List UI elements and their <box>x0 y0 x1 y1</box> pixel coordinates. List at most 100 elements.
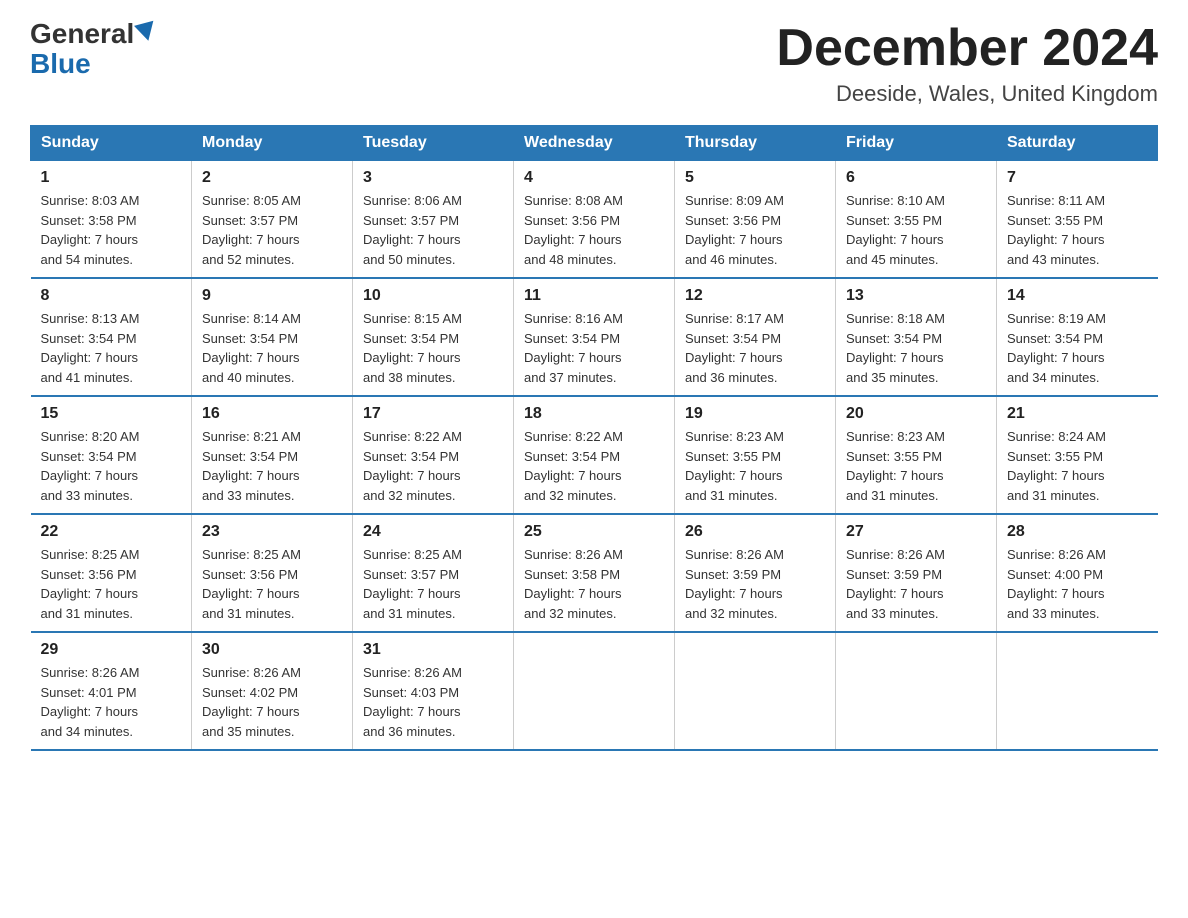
day-info: Sunrise: 8:20 AMSunset: 3:54 PMDaylight:… <box>41 429 140 503</box>
day-info: Sunrise: 8:05 AMSunset: 3:57 PMDaylight:… <box>202 193 301 267</box>
calendar-day-cell: 8 Sunrise: 8:13 AMSunset: 3:54 PMDayligh… <box>31 278 192 396</box>
day-info: Sunrise: 8:13 AMSunset: 3:54 PMDaylight:… <box>41 311 140 385</box>
calendar-day-cell <box>997 632 1158 750</box>
weekday-header-row: SundayMondayTuesdayWednesdayThursdayFrid… <box>31 126 1158 161</box>
day-number: 28 <box>1007 523 1148 541</box>
day-info: Sunrise: 8:26 AMSunset: 4:02 PMDaylight:… <box>202 665 301 739</box>
weekday-header-saturday: Saturday <box>997 126 1158 161</box>
day-number: 9 <box>202 287 342 305</box>
calendar-day-cell: 18 Sunrise: 8:22 AMSunset: 3:54 PMDaylig… <box>514 396 675 514</box>
calendar-day-cell: 14 Sunrise: 8:19 AMSunset: 3:54 PMDaylig… <box>997 278 1158 396</box>
calendar-day-cell: 12 Sunrise: 8:17 AMSunset: 3:54 PMDaylig… <box>675 278 836 396</box>
day-info: Sunrise: 8:25 AMSunset: 3:56 PMDaylight:… <box>41 547 140 621</box>
day-number: 18 <box>524 405 664 423</box>
day-number: 13 <box>846 287 986 305</box>
day-number: 1 <box>41 169 182 187</box>
calendar-day-cell <box>836 632 997 750</box>
calendar-week-row: 8 Sunrise: 8:13 AMSunset: 3:54 PMDayligh… <box>31 278 1158 396</box>
day-number: 29 <box>41 641 182 659</box>
calendar-day-cell: 6 Sunrise: 8:10 AMSunset: 3:55 PMDayligh… <box>836 161 997 279</box>
location-title: Deeside, Wales, United Kingdom <box>776 81 1158 107</box>
calendar-day-cell <box>675 632 836 750</box>
day-info: Sunrise: 8:14 AMSunset: 3:54 PMDaylight:… <box>202 311 301 385</box>
day-number: 11 <box>524 287 664 305</box>
day-number: 6 <box>846 169 986 187</box>
logo-blue-text: Blue <box>30 48 91 80</box>
day-info: Sunrise: 8:24 AMSunset: 3:55 PMDaylight:… <box>1007 429 1106 503</box>
calendar-day-cell: 31 Sunrise: 8:26 AMSunset: 4:03 PMDaylig… <box>353 632 514 750</box>
weekday-header-wednesday: Wednesday <box>514 126 675 161</box>
title-area: December 2024 Deeside, Wales, United Kin… <box>776 20 1158 107</box>
day-info: Sunrise: 8:26 AMSunset: 4:03 PMDaylight:… <box>363 665 462 739</box>
day-number: 17 <box>363 405 503 423</box>
calendar-day-cell: 21 Sunrise: 8:24 AMSunset: 3:55 PMDaylig… <box>997 396 1158 514</box>
calendar-day-cell: 9 Sunrise: 8:14 AMSunset: 3:54 PMDayligh… <box>192 278 353 396</box>
calendar-day-cell: 28 Sunrise: 8:26 AMSunset: 4:00 PMDaylig… <box>997 514 1158 632</box>
calendar-day-cell: 23 Sunrise: 8:25 AMSunset: 3:56 PMDaylig… <box>192 514 353 632</box>
day-number: 12 <box>685 287 825 305</box>
day-info: Sunrise: 8:26 AMSunset: 3:59 PMDaylight:… <box>685 547 784 621</box>
calendar-day-cell: 30 Sunrise: 8:26 AMSunset: 4:02 PMDaylig… <box>192 632 353 750</box>
calendar-day-cell: 26 Sunrise: 8:26 AMSunset: 3:59 PMDaylig… <box>675 514 836 632</box>
weekday-header-sunday: Sunday <box>31 126 192 161</box>
month-title: December 2024 <box>776 20 1158 77</box>
calendar-day-cell: 25 Sunrise: 8:26 AMSunset: 3:58 PMDaylig… <box>514 514 675 632</box>
weekday-header-friday: Friday <box>836 126 997 161</box>
day-info: Sunrise: 8:25 AMSunset: 3:56 PMDaylight:… <box>202 547 301 621</box>
day-info: Sunrise: 8:26 AMSunset: 3:59 PMDaylight:… <box>846 547 945 621</box>
calendar-day-cell: 20 Sunrise: 8:23 AMSunset: 3:55 PMDaylig… <box>836 396 997 514</box>
logo-general-text: General <box>30 20 134 48</box>
calendar-day-cell: 13 Sunrise: 8:18 AMSunset: 3:54 PMDaylig… <box>836 278 997 396</box>
day-info: Sunrise: 8:26 AMSunset: 4:00 PMDaylight:… <box>1007 547 1106 621</box>
logo: General Blue <box>30 20 156 80</box>
day-info: Sunrise: 8:18 AMSunset: 3:54 PMDaylight:… <box>846 311 945 385</box>
day-info: Sunrise: 8:08 AMSunset: 3:56 PMDaylight:… <box>524 193 623 267</box>
calendar-day-cell: 29 Sunrise: 8:26 AMSunset: 4:01 PMDaylig… <box>31 632 192 750</box>
weekday-header-tuesday: Tuesday <box>353 126 514 161</box>
header: General Blue December 2024 Deeside, Wale… <box>30 20 1158 107</box>
day-number: 7 <box>1007 169 1148 187</box>
day-number: 21 <box>1007 405 1148 423</box>
day-number: 31 <box>363 641 503 659</box>
day-number: 2 <box>202 169 342 187</box>
day-info: Sunrise: 8:26 AMSunset: 4:01 PMDaylight:… <box>41 665 140 739</box>
calendar-day-cell: 17 Sunrise: 8:22 AMSunset: 3:54 PMDaylig… <box>353 396 514 514</box>
day-info: Sunrise: 8:25 AMSunset: 3:57 PMDaylight:… <box>363 547 462 621</box>
day-info: Sunrise: 8:11 AMSunset: 3:55 PMDaylight:… <box>1007 193 1105 267</box>
calendar-week-row: 29 Sunrise: 8:26 AMSunset: 4:01 PMDaylig… <box>31 632 1158 750</box>
calendar-day-cell: 11 Sunrise: 8:16 AMSunset: 3:54 PMDaylig… <box>514 278 675 396</box>
day-number: 14 <box>1007 287 1148 305</box>
day-info: Sunrise: 8:22 AMSunset: 3:54 PMDaylight:… <box>524 429 623 503</box>
day-number: 22 <box>41 523 182 541</box>
day-number: 8 <box>41 287 182 305</box>
calendar-day-cell: 16 Sunrise: 8:21 AMSunset: 3:54 PMDaylig… <box>192 396 353 514</box>
calendar-day-cell: 4 Sunrise: 8:08 AMSunset: 3:56 PMDayligh… <box>514 161 675 279</box>
day-info: Sunrise: 8:03 AMSunset: 3:58 PMDaylight:… <box>41 193 140 267</box>
day-number: 10 <box>363 287 503 305</box>
day-info: Sunrise: 8:15 AMSunset: 3:54 PMDaylight:… <box>363 311 462 385</box>
calendar-day-cell: 1 Sunrise: 8:03 AMSunset: 3:58 PMDayligh… <box>31 161 192 279</box>
calendar-week-row: 15 Sunrise: 8:20 AMSunset: 3:54 PMDaylig… <box>31 396 1158 514</box>
calendar-week-row: 22 Sunrise: 8:25 AMSunset: 3:56 PMDaylig… <box>31 514 1158 632</box>
calendar-day-cell: 5 Sunrise: 8:09 AMSunset: 3:56 PMDayligh… <box>675 161 836 279</box>
day-number: 25 <box>524 523 664 541</box>
day-info: Sunrise: 8:09 AMSunset: 3:56 PMDaylight:… <box>685 193 784 267</box>
day-info: Sunrise: 8:10 AMSunset: 3:55 PMDaylight:… <box>846 193 945 267</box>
day-number: 16 <box>202 405 342 423</box>
calendar-day-cell <box>514 632 675 750</box>
calendar-day-cell: 27 Sunrise: 8:26 AMSunset: 3:59 PMDaylig… <box>836 514 997 632</box>
day-info: Sunrise: 8:06 AMSunset: 3:57 PMDaylight:… <box>363 193 462 267</box>
day-info: Sunrise: 8:23 AMSunset: 3:55 PMDaylight:… <box>685 429 784 503</box>
day-info: Sunrise: 8:23 AMSunset: 3:55 PMDaylight:… <box>846 429 945 503</box>
day-number: 23 <box>202 523 342 541</box>
weekday-header-monday: Monday <box>192 126 353 161</box>
day-number: 15 <box>41 405 182 423</box>
day-number: 27 <box>846 523 986 541</box>
calendar-day-cell: 15 Sunrise: 8:20 AMSunset: 3:54 PMDaylig… <box>31 396 192 514</box>
calendar-day-cell: 3 Sunrise: 8:06 AMSunset: 3:57 PMDayligh… <box>353 161 514 279</box>
day-info: Sunrise: 8:22 AMSunset: 3:54 PMDaylight:… <box>363 429 462 503</box>
day-info: Sunrise: 8:17 AMSunset: 3:54 PMDaylight:… <box>685 311 784 385</box>
day-info: Sunrise: 8:19 AMSunset: 3:54 PMDaylight:… <box>1007 311 1106 385</box>
day-number: 3 <box>363 169 503 187</box>
calendar-day-cell: 2 Sunrise: 8:05 AMSunset: 3:57 PMDayligh… <box>192 161 353 279</box>
